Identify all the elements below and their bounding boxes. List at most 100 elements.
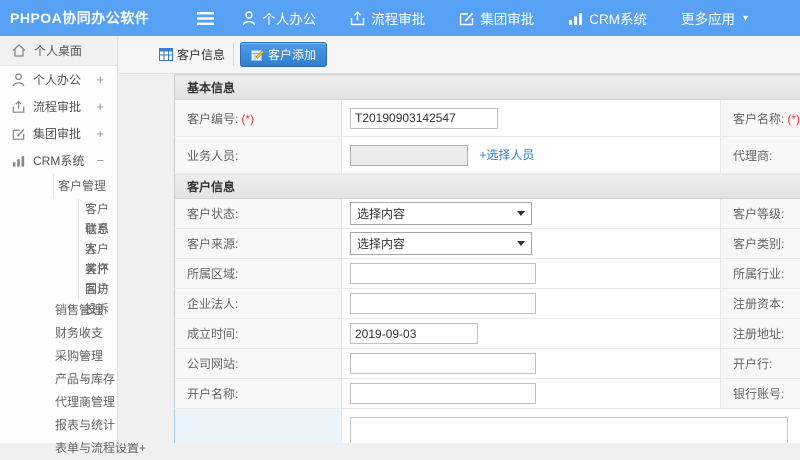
tab-customer-add[interactable]: 客户添加 [240, 42, 327, 67]
sidebar-item-purchasing[interactable]: 采购管理 + [0, 345, 117, 368]
sidebar-customer-items: 客户信息 联系人 客户关怀 客户回访 客户投诉 [78, 199, 117, 299]
sidebar-item-group-approval[interactable]: 集团审批 + [0, 120, 117, 147]
founded-date-input[interactable] [350, 323, 478, 344]
sidebar-item-label: CRM系统 [33, 152, 84, 169]
sales-person-input[interactable] [350, 145, 468, 166]
menu-icon[interactable] [197, 12, 214, 25]
required-mark: (*) [787, 112, 800, 126]
tab-customer-info[interactable]: 客户信息 [155, 43, 234, 66]
bank-label: 开户行: [721, 349, 800, 379]
bar-chart-icon [12, 155, 25, 167]
topnav-item-crm[interactable]: CRM系统 [568, 8, 647, 28]
intro-textarea[interactable] [350, 417, 788, 443]
account-name-input[interactable] [350, 383, 536, 404]
tabbar: 客户信息 客户添加 [119, 36, 800, 74]
edit-icon [459, 11, 474, 26]
edit-icon [12, 127, 25, 141]
industry-label: 所属行业: [721, 259, 800, 289]
source-select-value: 选择内容 [357, 235, 405, 252]
sidebar-item-label: 表单与流程设置 [55, 441, 139, 455]
status-select-value: 选择内容 [357, 205, 405, 222]
sidebar-item-customer-complaint[interactable]: 客户投诉 [79, 279, 117, 299]
bar-chart-icon [568, 12, 583, 25]
sidebar-item-crm[interactable]: CRM系统 − [0, 147, 117, 174]
expand-icon: + [96, 99, 104, 114]
expand-icon: + [82, 368, 89, 391]
expand-icon: + [96, 72, 104, 87]
customer-name-label: 客户名称:(*) [721, 100, 800, 137]
sales-person-label: 业务人员: [175, 137, 342, 174]
add-customer-icon [251, 49, 264, 61]
caret-down-icon [517, 211, 525, 216]
user-icon [12, 73, 25, 87]
expand-icon: + [82, 391, 89, 414]
tab-label: 客户信息 [177, 46, 225, 63]
user-icon [242, 11, 256, 26]
sidebar-item-contacts[interactable]: 联系人 [79, 219, 117, 239]
sidebar-item-label: 流程审批 [33, 98, 81, 115]
region-label: 所属区域: [175, 259, 342, 289]
sidebar-item-form-workflow-settings[interactable]: 表单与流程设置+ [0, 437, 117, 460]
sidebar-item-customer-revisit[interactable]: 客户回访 [79, 259, 117, 279]
customer-no-label: 客户编号:(*) [175, 100, 342, 137]
sidebar-item-label: 财务收支 [55, 326, 103, 340]
source-select[interactable]: 选择内容 [350, 232, 532, 255]
topnav-label: CRM系统 [589, 8, 647, 28]
topnav-item-group-approval[interactable]: 集团审批 [459, 8, 534, 28]
sidebar-item-reports-statistics[interactable]: 报表与统计 [0, 414, 117, 437]
select-person-link[interactable]: +选择人员 [479, 148, 534, 162]
source-label: 客户来源: [175, 229, 342, 259]
sidebar-item-label: 采购管理 [55, 349, 103, 363]
sidebar-item-customer-management[interactable]: 客户管理 − [53, 174, 117, 199]
website-input[interactable] [350, 353, 536, 374]
sidebar-item-personal-office[interactable]: 个人办公 + [0, 66, 117, 93]
topnav-item-workflow-approval[interactable]: 流程审批 [350, 8, 425, 28]
topnav-item-personal-office[interactable]: 个人办公 [242, 8, 316, 28]
grade-label: 客户等级: [721, 199, 800, 229]
topnav-item-more-apps[interactable]: 更多应用 ▾ [681, 8, 748, 28]
sidebar-item-desktop[interactable]: 个人桌面 [0, 36, 117, 66]
home-icon [12, 44, 26, 57]
registered-capital-label: 注册资本: [721, 289, 800, 319]
sidebar-item-label: 集团审批 [33, 125, 81, 142]
legal-person-input[interactable] [350, 293, 536, 314]
account-name-label: 开户名称: [175, 379, 342, 409]
required-mark: (*) [241, 112, 254, 126]
collapse-icon: − [82, 174, 89, 199]
caret-down-icon: ▾ [743, 13, 748, 24]
sidebar-crm-submenu: 客户管理 − 客户信息 联系人 客户关怀 客户回访 客户投诉 销售管理 + 财务… [0, 174, 117, 460]
app-title: PHPOA协同办公软件 [10, 8, 149, 28]
region-input[interactable] [350, 263, 536, 284]
topbar: PHPOA协同办公软件 个人办公 流程审批 [0, 0, 800, 36]
sidebar-item-finance[interactable]: 财务收支 + [0, 322, 117, 345]
legal-person-label: 企业法人: [175, 289, 342, 319]
status-select[interactable]: 选择内容 [350, 202, 532, 225]
topnav-label: 个人办公 [262, 8, 316, 28]
upload-icon [350, 11, 365, 26]
bank-account-label: 银行账号: [721, 379, 800, 409]
sidebar-item-label: 销售管理 [55, 303, 103, 317]
registered-address-label: 注册地址: [721, 319, 800, 349]
sidebar-item-sales-management[interactable]: 销售管理 + [0, 299, 117, 322]
agent-label: 代理商: [721, 137, 800, 174]
expand-icon: + [82, 322, 89, 345]
main-content: 客户信息 客户添加 基本信息 客户编号:(*) [119, 36, 800, 443]
upload-icon [12, 100, 25, 114]
expand-icon: + [96, 126, 104, 141]
customer-no-input[interactable] [350, 108, 498, 129]
caret-down-icon [517, 241, 525, 246]
tab-label: 客户添加 [268, 46, 316, 63]
sidebar-item-products-inventory[interactable]: 产品与库存 + [0, 368, 117, 391]
sidebar-item-workflow-approval[interactable]: 流程审批 + [0, 93, 117, 120]
sidebar: 个人桌面 个人办公 + 流程审批 + 集团审批 + CRM系统 − [0, 36, 118, 443]
sidebar-item-customer-care[interactable]: 客户关怀 [79, 239, 117, 259]
sidebar-item-customer-info[interactable]: 客户信息 [79, 199, 117, 219]
customer-add-form: 基本信息 客户编号:(*) 客户名称:(*) 业务人员: +选择人员 [174, 74, 800, 443]
founded-date-label: 成立时间: [175, 319, 342, 349]
sidebar-item-agent-management[interactable]: 代理商管理 + [0, 391, 117, 414]
website-label: 公司网站: [175, 349, 342, 379]
collapse-icon: − [96, 153, 104, 168]
table-icon [159, 48, 173, 61]
topnav: 个人办公 流程审批 集团审批 CRM系统 更多应用 [242, 8, 782, 28]
sidebar-item-label: 个人办公 [33, 71, 81, 88]
